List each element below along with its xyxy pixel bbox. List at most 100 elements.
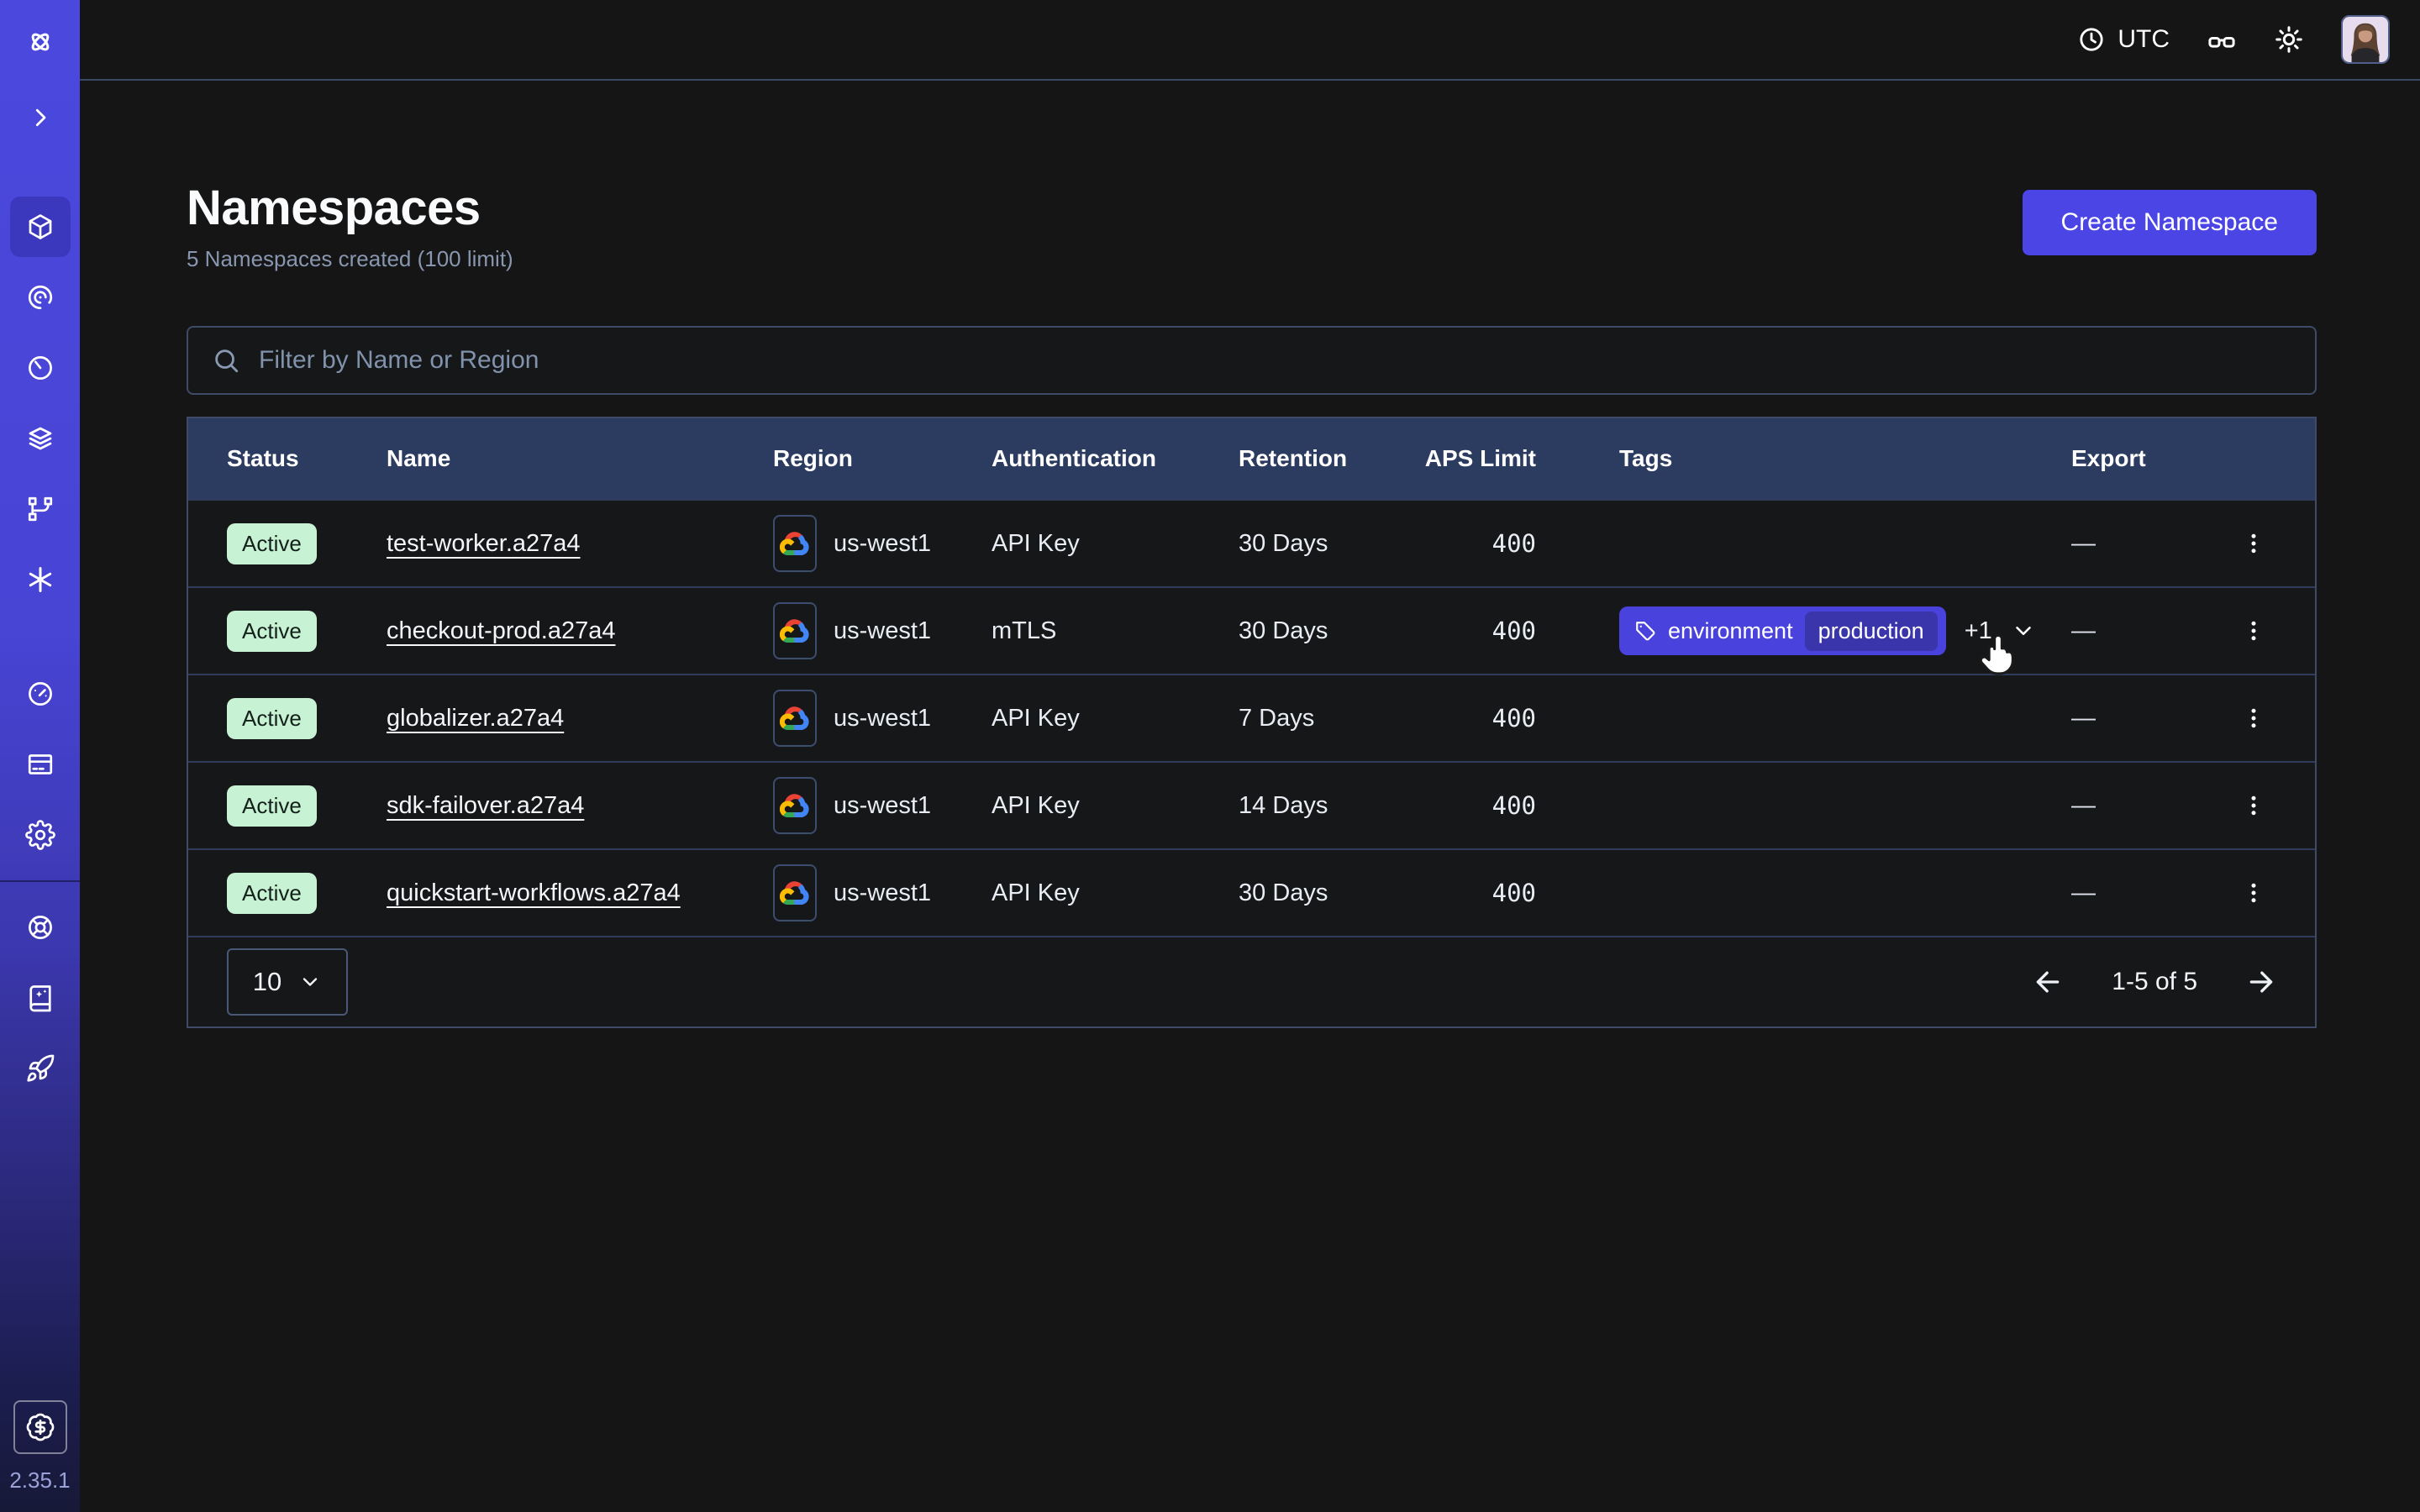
- table-header-row: Status Name Region Authentication Retent…: [188, 418, 2315, 499]
- table-row: Active sdk-failover.a27a4 us-west1 API K…: [188, 761, 2315, 848]
- pagination-range: 1-5 of 5: [2112, 968, 2197, 996]
- table-footer: 10 1-5 of 5: [188, 936, 2315, 1026]
- sidebar-item-deployments[interactable]: [10, 408, 71, 469]
- sidebar: 2.35.1: [0, 0, 80, 1512]
- row-menu-kebab-icon[interactable]: [2230, 782, 2277, 829]
- sidebar-item-usage[interactable]: [10, 664, 71, 724]
- glasses-icon: [2207, 24, 2237, 55]
- namespaces-table: Status Name Region Authentication Retent…: [187, 417, 2317, 1028]
- timezone-selector[interactable]: UTC: [2077, 25, 2170, 54]
- gcp-icon: [773, 777, 817, 834]
- tag-key: environment: [1668, 618, 1793, 644]
- sidebar-item-docs[interactable]: [10, 968, 71, 1028]
- filter-input[interactable]: [259, 346, 2291, 375]
- export-value: —: [2071, 705, 2230, 732]
- app-version: 2.35.1: [9, 1467, 70, 1494]
- auth-value: API Key: [992, 879, 1239, 907]
- col-region: Region: [773, 445, 992, 472]
- aps-value: 400: [1410, 791, 1536, 820]
- status-badge: Active: [227, 873, 317, 914]
- col-name: Name: [387, 445, 773, 472]
- col-tags: Tags: [1536, 445, 2071, 472]
- tag-pill[interactable]: environment production: [1619, 606, 1946, 655]
- page-size-value: 10: [253, 967, 281, 997]
- search-icon: [212, 346, 240, 375]
- filter-bar: [187, 326, 2317, 395]
- sidebar-item-nexus[interactable]: [10, 479, 71, 539]
- sidebar-item-billing[interactable]: [10, 734, 71, 795]
- retention-value: 30 Days: [1239, 530, 1410, 558]
- sidebar-item-support[interactable]: [10, 897, 71, 958]
- table-row: Active quickstart-workflows.a27a4 us-wes…: [188, 848, 2315, 936]
- namespace-link[interactable]: checkout-prod.a27a4: [387, 617, 615, 644]
- sidebar-item-namespaces[interactable]: [10, 197, 71, 257]
- sidebar-item-workflows[interactable]: [10, 267, 71, 328]
- table-row: Active checkout-prod.a27a4 us-west1 mTLS…: [188, 586, 2315, 674]
- region-label: us-west1: [834, 705, 931, 732]
- region-label: us-west1: [834, 530, 931, 558]
- tag-icon: [1634, 620, 1656, 642]
- page-subtitle: 5 Namespaces created (100 limit): [187, 246, 513, 272]
- status-badge: Active: [227, 523, 317, 564]
- gcp-icon: [773, 515, 817, 572]
- tag-overflow-count: +1: [1965, 617, 1992, 645]
- status-badge: Active: [227, 785, 317, 827]
- aps-value: 400: [1410, 617, 1536, 645]
- next-page-arrow-icon[interactable]: [2244, 965, 2278, 999]
- gcp-icon: [773, 864, 817, 921]
- sidebar-item-connectivity[interactable]: [10, 549, 71, 610]
- col-authentication: Authentication: [992, 445, 1239, 472]
- export-value: —: [2071, 879, 2230, 907]
- main-content: Namespaces 5 Namespaces created (100 lim…: [80, 81, 2420, 1512]
- chevron-down-icon: [298, 970, 322, 994]
- row-menu-kebab-icon[interactable]: [2230, 869, 2277, 916]
- region-label: us-west1: [834, 879, 931, 907]
- table-row: Active globalizer.a27a4 us-west1 API Key…: [188, 674, 2315, 761]
- export-value: —: [2071, 617, 2230, 645]
- col-aps-limit: APS Limit: [1410, 445, 1536, 472]
- retention-value: 30 Days: [1239, 617, 1410, 645]
- export-value: —: [2071, 792, 2230, 820]
- row-menu-kebab-icon[interactable]: [2230, 520, 2277, 567]
- namespace-link[interactable]: sdk-failover.a27a4: [387, 792, 584, 819]
- page-size-select[interactable]: 10: [227, 948, 348, 1016]
- aps-value: 400: [1410, 879, 1536, 907]
- aps-value: 400: [1410, 529, 1536, 558]
- sun-icon: [2274, 24, 2304, 55]
- theme-toggle[interactable]: [2274, 24, 2304, 55]
- auth-value: mTLS: [992, 617, 1239, 645]
- row-menu-kebab-icon[interactable]: [2230, 607, 2277, 654]
- col-retention: Retention: [1239, 445, 1410, 472]
- region-label: us-west1: [834, 792, 931, 820]
- col-export: Export: [2071, 445, 2230, 472]
- row-menu-kebab-icon[interactable]: [2230, 695, 2277, 742]
- temporal-logo[interactable]: [10, 12, 71, 72]
- region-label: us-west1: [834, 617, 931, 645]
- namespace-link[interactable]: test-worker.a27a4: [387, 530, 581, 557]
- sidebar-divider: [0, 880, 80, 882]
- auth-value: API Key: [992, 705, 1239, 732]
- clock-icon: [2077, 25, 2106, 54]
- plan-badge-dollar-icon[interactable]: [13, 1400, 67, 1454]
- export-value: —: [2071, 530, 2230, 558]
- retention-value: 7 Days: [1239, 705, 1410, 732]
- avatar[interactable]: [2341, 15, 2390, 64]
- sidebar-item-settings[interactable]: [10, 805, 71, 865]
- prev-page-arrow-icon[interactable]: [2031, 965, 2065, 999]
- gcp-icon: [773, 602, 817, 659]
- create-namespace-button[interactable]: Create Namespace: [2023, 190, 2317, 255]
- sidebar-expand-chevron[interactable]: [10, 87, 71, 148]
- sidebar-item-schedules[interactable]: [10, 338, 71, 398]
- topbar: UTC: [80, 0, 2420, 81]
- auth-value: API Key: [992, 792, 1239, 820]
- namespace-link[interactable]: quickstart-workflows.a27a4: [387, 879, 681, 906]
- page-title: Namespaces: [187, 180, 513, 236]
- namespace-link[interactable]: globalizer.a27a4: [387, 705, 564, 732]
- status-badge: Active: [227, 611, 317, 652]
- labs-glasses-toggle[interactable]: [2207, 24, 2237, 55]
- retention-value: 14 Days: [1239, 792, 1410, 820]
- sidebar-item-getting-started[interactable]: [10, 1038, 71, 1099]
- tag-expand-chevron-icon[interactable]: [2011, 618, 2036, 643]
- auth-value: API Key: [992, 530, 1239, 558]
- tag-value: production: [1805, 612, 1938, 651]
